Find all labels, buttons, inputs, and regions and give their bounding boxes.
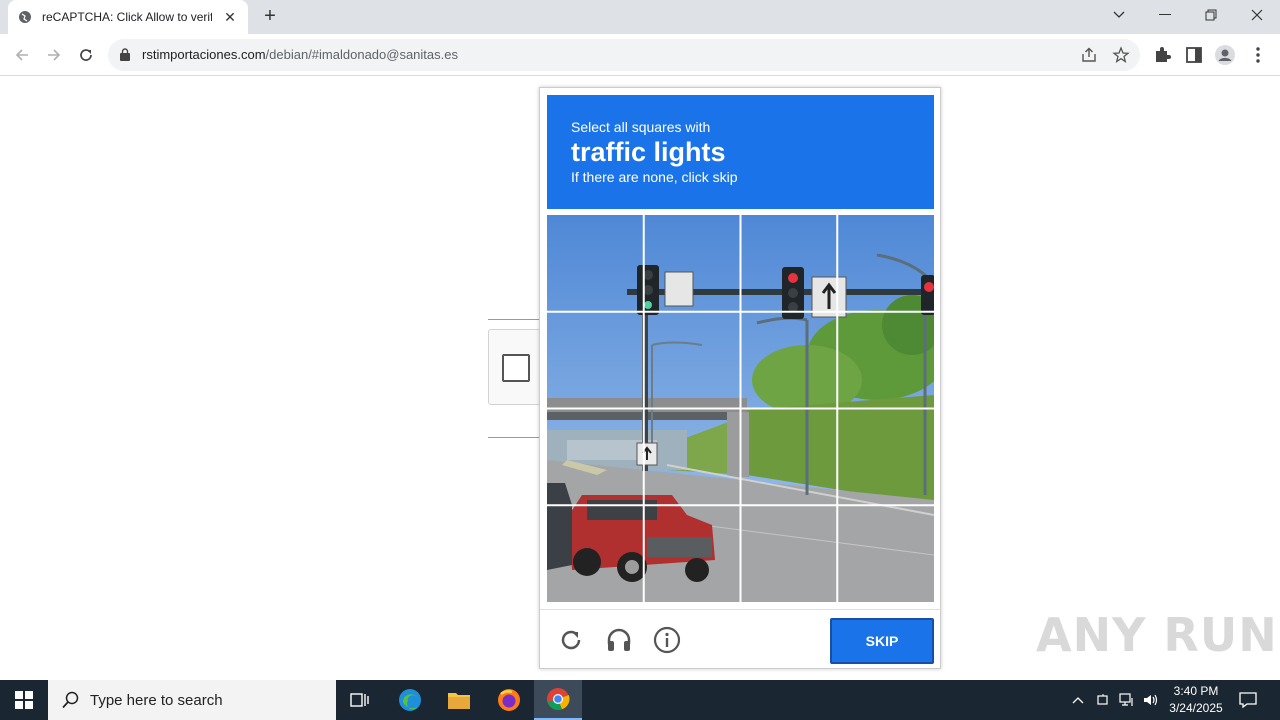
captcha-tile[interactable] <box>644 505 741 602</box>
captcha-target: traffic lights <box>571 137 726 167</box>
captcha-tile[interactable] <box>837 215 934 312</box>
volume-icon[interactable] <box>1140 680 1162 720</box>
clock-time: 3:40 PM <box>1173 684 1219 698</box>
windows-taskbar: Type here to search 3:40 PM 3/24/2025 <box>0 680 1280 720</box>
edge-browser-icon[interactable] <box>386 680 434 720</box>
notification-center-icon[interactable] <box>1234 680 1262 720</box>
captcha-image-grid <box>547 215 934 602</box>
tab-close-icon[interactable]: ✕ <box>222 9 238 25</box>
skip-button[interactable]: SKIP <box>830 618 934 664</box>
captcha-tile[interactable] <box>547 215 644 312</box>
tab-strip: reCAPTCHA: Click Allow to verify ✕ + <box>0 0 1280 34</box>
globe-icon <box>19 11 31 23</box>
file-explorer-icon[interactable] <box>435 680 483 720</box>
windows-logo-icon <box>15 691 33 709</box>
chrome-icon[interactable] <box>534 680 582 720</box>
meet-now-icon[interactable] <box>1093 680 1113 720</box>
anchor-divider <box>488 319 540 320</box>
recaptcha-checkbox[interactable] <box>502 354 530 382</box>
captcha-challenge: Select all squares with traffic lights I… <box>539 87 942 670</box>
recaptcha-anchor <box>488 329 540 405</box>
tab-title: reCAPTCHA: Click Allow to verify <box>42 10 212 24</box>
bookmark-star-icon[interactable] <box>1112 46 1130 64</box>
side-panel-icon[interactable] <box>1184 45 1204 65</box>
captcha-tile[interactable] <box>547 312 644 409</box>
captcha-tile[interactable] <box>741 409 838 506</box>
captcha-hint: If there are none, click skip <box>571 169 738 185</box>
captcha-instruction: Select all squares with <box>571 119 711 135</box>
captcha-tile[interactable] <box>741 312 838 409</box>
firefox-icon[interactable] <box>485 680 533 720</box>
captcha-tile[interactable] <box>741 215 838 312</box>
audio-challenge-headphones-icon[interactable] <box>605 626 633 654</box>
browser-tab[interactable]: reCAPTCHA: Click Allow to verify ✕ <box>8 0 248 34</box>
task-view-icon[interactable] <box>336 680 384 720</box>
captcha-footer: SKIP <box>540 609 942 670</box>
back-arrow-icon[interactable] <box>10 43 34 67</box>
network-icon[interactable] <box>1116 680 1138 720</box>
anchor-divider <box>488 437 540 438</box>
close-window-button[interactable] <box>1234 0 1280 30</box>
captcha-header: Select all squares with traffic lights I… <box>547 95 934 209</box>
more-menu-icon[interactable] <box>1248 45 1268 65</box>
anyrun-watermark: ANY RUN <box>1036 608 1278 662</box>
show-hidden-icons-chevron-icon[interactable] <box>1068 680 1088 720</box>
captcha-tile[interactable] <box>644 215 741 312</box>
info-icon[interactable] <box>653 626 681 654</box>
start-button[interactable] <box>0 680 48 720</box>
search-icon <box>62 691 79 709</box>
captcha-tile[interactable] <box>837 409 934 506</box>
tab-search-chevron-icon[interactable] <box>1096 0 1142 30</box>
captcha-tile[interactable] <box>741 505 838 602</box>
system-clock[interactable]: 3:40 PM 3/24/2025 <box>1160 683 1232 717</box>
url-path: /debian/#imaldonado@sanitas.es <box>265 47 458 62</box>
restore-button[interactable] <box>1188 0 1234 30</box>
forward-arrow-icon[interactable] <box>42 43 66 67</box>
taskbar-search-placeholder: Type here to search <box>90 691 223 709</box>
captcha-tile[interactable] <box>547 409 644 506</box>
address-bar[interactable]: rstimportaciones.com/debian/#imaldonado@… <box>108 39 1140 71</box>
captcha-tile[interactable] <box>644 312 741 409</box>
captcha-tile[interactable] <box>837 312 934 409</box>
url-text[interactable]: rstimportaciones.com/debian/#imaldonado@… <box>142 47 458 62</box>
lock-icon[interactable] <box>120 48 130 61</box>
profile-avatar-icon[interactable] <box>1215 45 1235 65</box>
captcha-tile[interactable] <box>547 505 644 602</box>
minimize-button[interactable] <box>1142 0 1188 30</box>
clock-date: 3/24/2025 <box>1169 701 1223 715</box>
url-domain: rstimportaciones.com <box>142 47 266 62</box>
captcha-tile[interactable] <box>644 409 741 506</box>
captcha-tile[interactable] <box>837 505 934 602</box>
reload-challenge-icon[interactable] <box>557 626 585 654</box>
extensions-puzzle-icon[interactable] <box>1152 45 1172 65</box>
browser-toolbar: rstimportaciones.com/debian/#imaldonado@… <box>0 34 1280 76</box>
reload-icon[interactable] <box>74 43 98 67</box>
new-tab-button[interactable]: + <box>258 6 282 28</box>
share-icon[interactable] <box>1080 46 1098 64</box>
taskbar-search-box[interactable]: Type here to search <box>48 680 336 720</box>
